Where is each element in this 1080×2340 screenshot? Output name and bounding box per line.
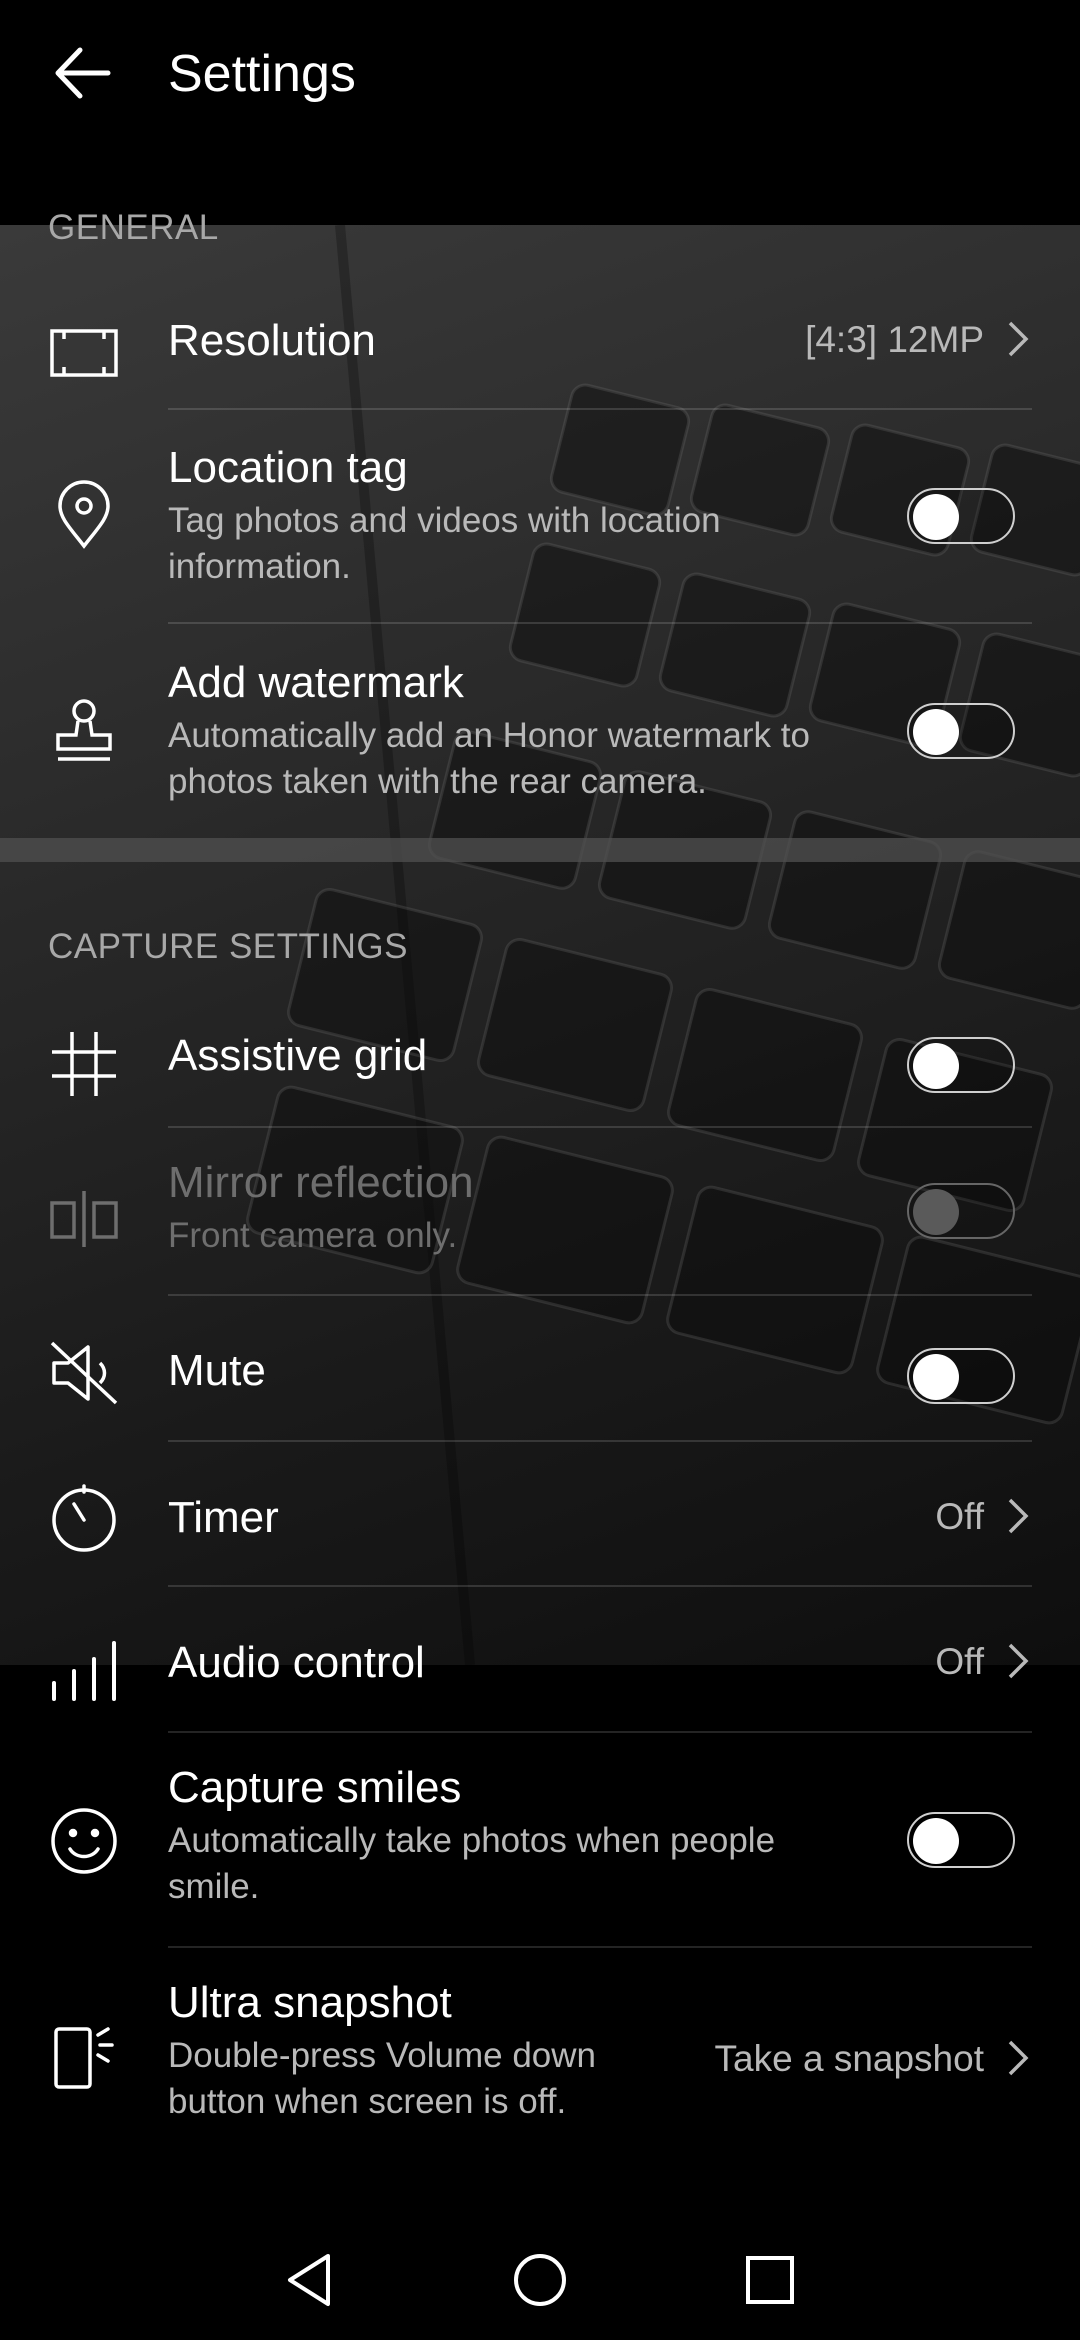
setting-resolution[interactable]: Resolution [4:3] 12MP (0, 295, 1080, 410)
setting-value: Take a snapshot (714, 2038, 984, 2079)
audio-bars-icon (48, 1633, 120, 1705)
setting-add-watermark[interactable]: Add watermark Automatically add an Honor… (0, 645, 1080, 835)
divider (168, 1440, 1032, 1442)
setting-value: Off (935, 1641, 984, 1682)
setting-label: Ultra snapshot (168, 1978, 452, 2027)
setting-mirror-reflection: Mirror reflection Front camera only. (0, 1145, 1080, 1295)
watermark-toggle[interactable] (907, 703, 1015, 759)
capture-smiles-toggle[interactable] (907, 1812, 1015, 1868)
setting-label: Mirror reflection (168, 1158, 474, 1207)
setting-label: Mute (168, 1346, 266, 1395)
setting-description: Automatically add an Honor watermark to … (168, 716, 810, 801)
setting-label: Audio control (168, 1638, 425, 1687)
stamp-icon (48, 695, 120, 767)
mute-toggle[interactable] (907, 1348, 1015, 1404)
toggle-knob (913, 1043, 959, 1089)
location-tag-toggle[interactable] (907, 488, 1015, 544)
setting-capture-smiles[interactable]: Capture smiles Automatically take photos… (0, 1750, 1080, 1940)
setting-audio-control[interactable]: Audio control Off (0, 1605, 1080, 1725)
setting-description: Front camera only. (168, 1216, 458, 1255)
divider (168, 1585, 1032, 1587)
chevron-right-icon (1002, 1494, 1032, 1538)
setting-label: Location tag (168, 443, 408, 492)
setting-ultra-snapshot[interactable]: Ultra snapshot Double-press Volume down … (0, 1965, 1080, 2155)
toggle-knob (913, 709, 959, 755)
divider (168, 1946, 1032, 1948)
phone-volume-icon (48, 2021, 120, 2093)
timer-icon (48, 1482, 120, 1554)
section-header-capture: CAPTURE SETTINGS (48, 927, 408, 966)
setting-value: [4:3] 12MP (805, 319, 984, 360)
toggle-knob (913, 494, 959, 540)
setting-label: Timer (168, 1493, 279, 1542)
divider (168, 408, 1032, 410)
divider (168, 1294, 1032, 1296)
divider (168, 622, 1032, 624)
setting-label: Assistive grid (168, 1031, 428, 1080)
setting-value: Off (935, 1496, 984, 1537)
setting-description: Tag photos and videos with location info… (168, 501, 721, 586)
setting-location-tag[interactable]: Location tag Tag photos and videos with … (0, 430, 1080, 620)
arrow-left-icon[interactable] (50, 38, 120, 108)
assistive-grid-toggle[interactable] (907, 1037, 1015, 1093)
speaker-mute-icon (48, 1337, 120, 1409)
nav-home-icon[interactable] (510, 2250, 570, 2310)
setting-label: Resolution (168, 316, 376, 365)
grid-icon (48, 1028, 120, 1100)
location-pin-icon (48, 480, 120, 552)
divider (168, 1126, 1032, 1128)
nav-recents-icon[interactable] (740, 2250, 800, 2310)
nav-back-icon[interactable] (280, 2250, 340, 2310)
chevron-right-icon (1002, 1639, 1032, 1683)
resolution-frame-icon (48, 317, 120, 389)
section-header-general: GENERAL (48, 208, 219, 247)
toggle-knob (913, 1354, 959, 1400)
section-separator-band (0, 838, 1080, 862)
chevron-right-icon (1002, 317, 1032, 361)
toggle-knob (913, 1189, 959, 1235)
divider (168, 1731, 1032, 1733)
toggle-knob (913, 1818, 959, 1864)
setting-label: Add watermark (168, 658, 464, 707)
smiley-icon (48, 1805, 120, 1877)
app-bar: Settings (0, 0, 1080, 145)
chevron-right-icon (1002, 2036, 1032, 2080)
setting-label: Capture smiles (168, 1763, 462, 1812)
setting-timer[interactable]: Timer Off (0, 1460, 1080, 1580)
setting-assistive-grid[interactable]: Assistive grid (0, 1010, 1080, 1120)
setting-description: Automatically take photos when people sm… (168, 1821, 776, 1906)
mirror-reflection-toggle (907, 1183, 1015, 1239)
setting-description: Double-press Volume down button when scr… (168, 2036, 597, 2121)
setting-mute[interactable]: Mute (0, 1315, 1080, 1435)
system-nav-bar (0, 2220, 1080, 2340)
mirror-icon (48, 1183, 120, 1255)
page-title: Settings (168, 45, 356, 103)
